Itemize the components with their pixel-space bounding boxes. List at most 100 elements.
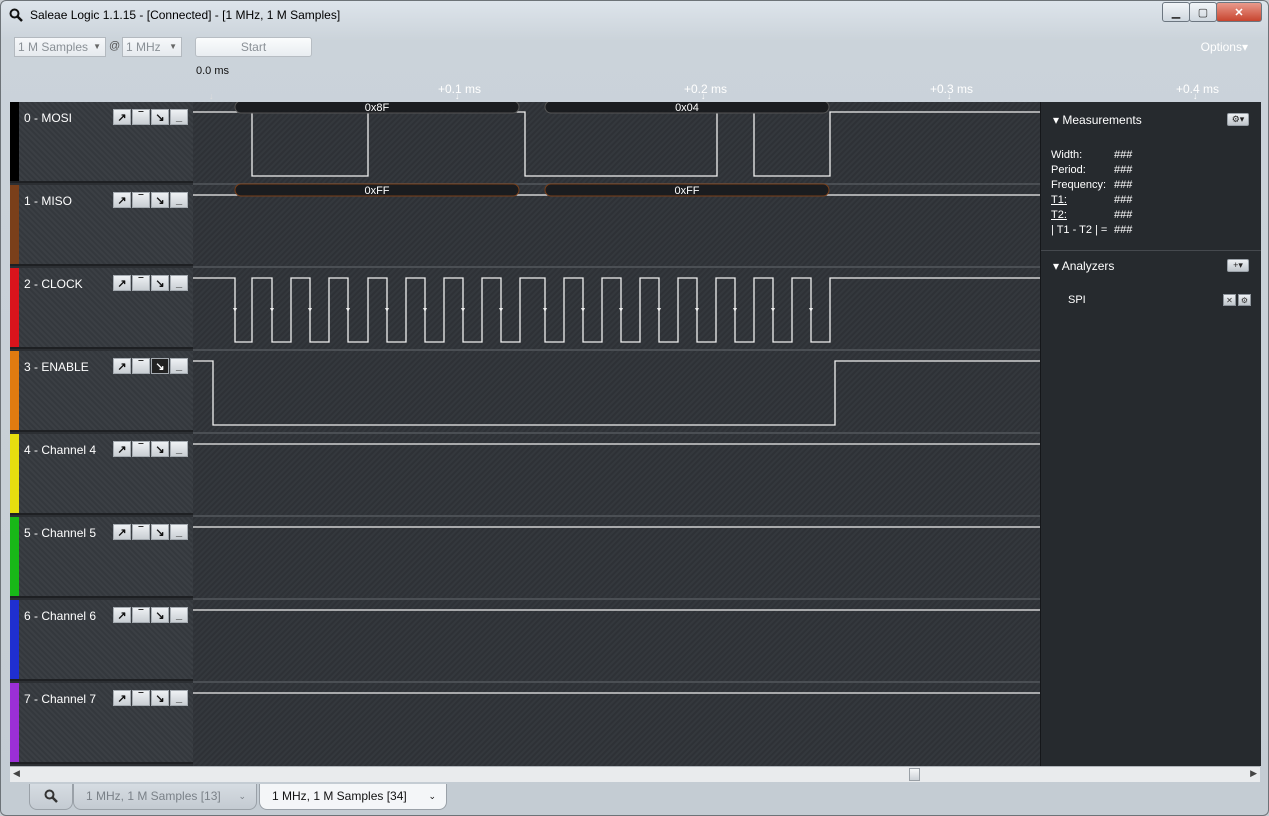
scroll-right-icon[interactable]: ▶ bbox=[1250, 768, 1257, 779]
falling-edge-icon[interactable]: ↘ bbox=[151, 607, 169, 623]
measurement-label: Period: bbox=[1051, 164, 1086, 176]
analyzers-header[interactable]: ▾ Analyzers bbox=[1053, 259, 1114, 273]
samples-select[interactable]: 1 M Samples ▼ bbox=[14, 37, 106, 57]
start-button[interactable]: Start bbox=[195, 37, 312, 57]
channel-color bbox=[10, 102, 19, 181]
channel-color bbox=[10, 351, 19, 430]
time-marker-icon: ↓ bbox=[1193, 91, 1198, 101]
channel-row-2[interactable]: 2 - CLOCK ↗ ‾ ↘ _ bbox=[10, 268, 193, 349]
falling-edge-icon[interactable]: ↘ bbox=[151, 690, 169, 706]
chevron-down-icon: ▼ bbox=[93, 42, 101, 51]
high-level-icon[interactable]: ‾ bbox=[132, 192, 150, 208]
high-level-icon[interactable]: ‾ bbox=[132, 275, 150, 291]
channel-row-4[interactable]: 4 - Channel 4 ↗ ‾ ↘ _ bbox=[10, 434, 193, 515]
channel-label: 6 - Channel 6 bbox=[24, 609, 97, 623]
close-icon[interactable]: ✕ bbox=[1216, 2, 1262, 22]
channel-row-0[interactable]: 0 - MOSI ↗ ‾ ↘ _ bbox=[10, 102, 193, 183]
time-marker-icon: ↓ bbox=[701, 91, 706, 101]
channel-row-5[interactable]: 5 - Channel 5 ↗ ‾ ↘ _ bbox=[10, 517, 193, 598]
tab-session-13[interactable]: 1 MHz, 1 M Samples [13] ⌄ bbox=[73, 784, 257, 810]
measurement-value: ### bbox=[1114, 164, 1133, 176]
low-level-icon[interactable]: _ bbox=[170, 441, 188, 457]
channel-color bbox=[10, 517, 19, 596]
low-level-icon[interactable]: _ bbox=[170, 358, 188, 374]
measurement-value: ### bbox=[1114, 224, 1133, 236]
gear-icon[interactable]: ⚙ bbox=[1238, 294, 1251, 306]
title-bar: Saleae Logic 1.1.15 - [Connected] - [1 M… bbox=[1, 1, 1268, 29]
waveform-view[interactable]: 0x8F 0x04 0xFF 0xFF bbox=[193, 102, 1040, 766]
measurement-row: | T1 - T2 | = ### bbox=[1051, 224, 1132, 236]
channel-label: 4 - Channel 4 bbox=[24, 443, 97, 457]
minimize-icon[interactable]: ▁ bbox=[1162, 2, 1190, 22]
maximize-icon[interactable]: ▢ bbox=[1189, 2, 1217, 22]
measurement-row[interactable]: T2: ### bbox=[1051, 209, 1132, 221]
measurement-label: | T1 - T2 | = bbox=[1051, 224, 1108, 236]
rising-edge-icon[interactable]: ↗ bbox=[113, 524, 131, 540]
channel-color bbox=[10, 185, 19, 264]
tab-search[interactable] bbox=[29, 784, 73, 810]
tab-session-34[interactable]: 1 MHz, 1 M Samples [34] ⌄ bbox=[259, 784, 447, 810]
rising-edge-icon[interactable]: ↗ bbox=[113, 192, 131, 208]
high-level-icon[interactable]: ‾ bbox=[132, 524, 150, 540]
high-level-icon[interactable]: ‾ bbox=[132, 109, 150, 125]
rising-edge-icon[interactable]: ↗ bbox=[113, 275, 131, 291]
high-level-icon[interactable]: ‾ bbox=[132, 358, 150, 374]
falling-edge-icon[interactable]: ↘ bbox=[151, 275, 169, 291]
measurement-row[interactable]: T1: ### bbox=[1051, 194, 1132, 206]
high-level-icon[interactable]: ‾ bbox=[132, 441, 150, 457]
measurement-label: T1: bbox=[1051, 194, 1067, 206]
falling-edge-icon[interactable]: ↘ bbox=[151, 192, 169, 208]
low-level-icon[interactable]: _ bbox=[170, 192, 188, 208]
falling-edge-icon[interactable]: ↘ bbox=[151, 524, 169, 540]
high-level-icon[interactable]: ‾ bbox=[132, 690, 150, 706]
time-tick: +0.3 ms bbox=[930, 82, 974, 96]
rising-edge-icon[interactable]: ↗ bbox=[113, 441, 131, 457]
channel-row-7[interactable]: 7 - Channel 7 ↗ ‾ ↘ _ bbox=[10, 683, 193, 764]
low-level-icon[interactable]: _ bbox=[170, 524, 188, 540]
analyzer-item-spi[interactable]: SPI bbox=[1068, 294, 1086, 306]
channel-label: 1 - MISO bbox=[24, 194, 73, 208]
channel-row-1[interactable]: 1 - MISO ↗ ‾ ↘ _ bbox=[10, 185, 193, 266]
gear-icon[interactable]: ⚙▾ bbox=[1227, 113, 1249, 126]
search-icon bbox=[44, 789, 58, 803]
measurement-label: Frequency: bbox=[1051, 179, 1107, 191]
channel-label: 5 - Channel 5 bbox=[24, 526, 97, 540]
tab-label: 1 MHz, 1 M Samples [34] bbox=[272, 789, 407, 803]
horizontal-scrollbar[interactable]: ◀ ▶ bbox=[10, 766, 1260, 782]
search-icon bbox=[9, 8, 23, 22]
measurement-value: ### bbox=[1114, 179, 1133, 191]
falling-edge-icon[interactable]: ↘ bbox=[151, 358, 169, 374]
rising-edge-icon[interactable]: ↗ bbox=[113, 607, 131, 623]
rising-edge-icon[interactable]: ↗ bbox=[113, 690, 131, 706]
section-divider bbox=[1041, 250, 1261, 251]
low-level-icon[interactable]: _ bbox=[170, 109, 188, 125]
chevron-down-icon[interactable]: ⌄ bbox=[428, 784, 436, 808]
analyzers-title: Analyzers bbox=[1061, 259, 1115, 273]
measurement-row: Frequency: ### bbox=[1051, 179, 1132, 191]
falling-edge-icon[interactable]: ↘ bbox=[151, 109, 169, 125]
channel-labels: 0 - MOSI ↗ ‾ ↘ _ 1 - MISO ↗ ‾ ↘ _ 2 - CLOCK ↗ ‾… bbox=[10, 102, 193, 766]
rising-edge-icon[interactable]: ↗ bbox=[113, 358, 131, 374]
low-level-icon[interactable]: _ bbox=[170, 275, 188, 291]
chevron-down-icon[interactable]: ⌄ bbox=[238, 784, 246, 808]
channel-row-3[interactable]: 3 - ENABLE ↗ ‾ ↘ _ bbox=[10, 351, 193, 432]
rising-edge-icon[interactable]: ↗ bbox=[113, 109, 131, 125]
rate-select[interactable]: 1 MHz ▼ bbox=[122, 37, 182, 57]
scroll-thumb[interactable] bbox=[909, 768, 920, 781]
close-icon[interactable]: ✕ bbox=[1223, 294, 1236, 306]
channel-row-6[interactable]: 6 - Channel 6 ↗ ‾ ↘ _ bbox=[10, 600, 193, 681]
high-level-icon[interactable]: ‾ bbox=[132, 607, 150, 623]
low-level-icon[interactable]: _ bbox=[170, 607, 188, 623]
samples-select-value: 1 M Samples bbox=[18, 40, 89, 54]
measurement-row: Width: ### bbox=[1051, 149, 1132, 161]
at-symbol: @ bbox=[109, 40, 121, 52]
low-level-icon[interactable]: _ bbox=[170, 690, 188, 706]
measurements-header[interactable]: ▾ Measurements bbox=[1053, 113, 1142, 127]
rate-select-value: 1 MHz bbox=[126, 40, 161, 54]
add-analyzer-button[interactable]: +▾ bbox=[1227, 259, 1249, 272]
scroll-left-icon[interactable]: ◀ bbox=[13, 768, 20, 779]
app-window: Saleae Logic 1.1.15 - [Connected] - [1 M… bbox=[0, 0, 1269, 816]
falling-edge-icon[interactable]: ↘ bbox=[151, 441, 169, 457]
chevron-down-icon: ▼ bbox=[169, 42, 177, 51]
options-menu[interactable]: Options▾ bbox=[1201, 40, 1248, 54]
